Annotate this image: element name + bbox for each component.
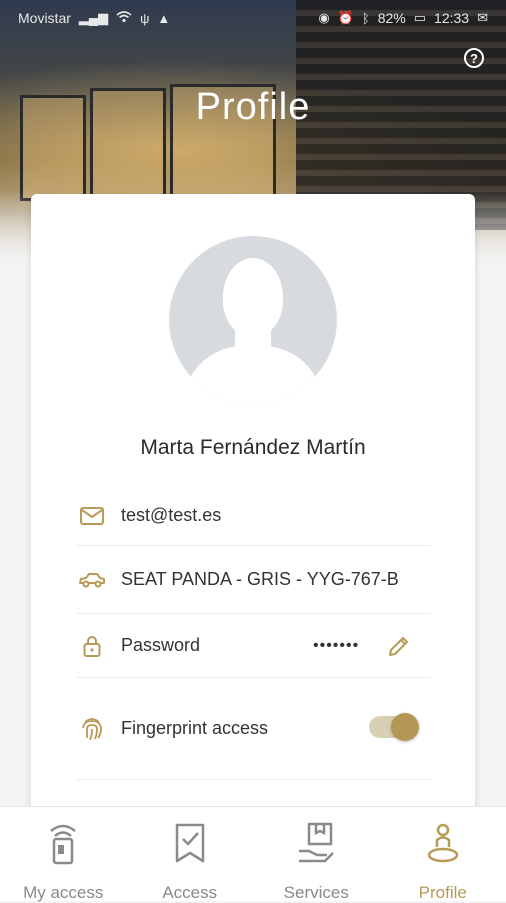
phone-access-icon bbox=[43, 821, 83, 865]
avatar[interactable] bbox=[169, 236, 337, 404]
lock-icon bbox=[77, 635, 107, 657]
fingerprint-label: Fingerprint access bbox=[121, 717, 268, 740]
nav-label: My access bbox=[23, 883, 103, 903]
fingerprint-toggle[interactable] bbox=[369, 716, 417, 738]
car-icon bbox=[77, 572, 107, 588]
nav-label: Access bbox=[162, 883, 217, 903]
battery-icon: ▭ bbox=[414, 10, 426, 26]
page-title: Profile bbox=[0, 86, 506, 129]
usb-icon: ψ bbox=[140, 11, 149, 26]
services-icon bbox=[295, 821, 337, 865]
email-value: test@test.es bbox=[121, 504, 221, 527]
email-row: test@test.es bbox=[77, 486, 431, 546]
carrier-label: Movistar bbox=[18, 10, 71, 26]
profile-card: Marta Fernández Martín test@test.es SEAT… bbox=[31, 194, 475, 834]
vehicle-value: SEAT PANDA - GRIS - YYG-767-B bbox=[121, 568, 431, 591]
notification-icon: ▲ bbox=[157, 11, 170, 26]
eye-icon: ◉ bbox=[318, 10, 329, 26]
pencil-icon bbox=[387, 634, 411, 658]
bottom-nav: My access Access Services Profile bbox=[0, 806, 506, 901]
nav-item-profile[interactable]: Profile bbox=[380, 807, 506, 901]
nav-item-my-access[interactable]: My access bbox=[0, 807, 127, 901]
clock-label: 12:33 bbox=[434, 10, 469, 26]
fingerprint-row: Fingerprint access bbox=[77, 678, 431, 780]
bluetooth-icon: ᛒ bbox=[362, 11, 370, 26]
wifi-icon bbox=[116, 10, 132, 26]
profile-icon bbox=[424, 821, 462, 865]
password-mask: ••••••• bbox=[313, 637, 359, 655]
nav-label: Profile bbox=[419, 883, 467, 903]
nav-label: Services bbox=[284, 883, 349, 903]
mail-icon: ✉ bbox=[477, 10, 488, 26]
mail-icon bbox=[77, 507, 107, 525]
nav-item-services[interactable]: Services bbox=[253, 807, 380, 901]
nav-item-access[interactable]: Access bbox=[127, 807, 254, 901]
toggle-knob bbox=[391, 713, 419, 741]
help-button[interactable]: ? bbox=[464, 48, 484, 68]
password-row: Password ••••••• bbox=[77, 614, 431, 678]
status-bar: Movistar ▂▄▆ ψ ▲ ◉ ⏰ ᛒ 82% ▭ 12:33 ✉ bbox=[0, 0, 506, 36]
alarm-icon: ⏰ bbox=[338, 10, 354, 26]
access-check-icon bbox=[172, 821, 208, 865]
battery-label: 82% bbox=[378, 10, 406, 26]
password-label: Password bbox=[121, 634, 200, 657]
edit-password-button[interactable] bbox=[387, 634, 411, 663]
signal-icon: ▂▄▆ bbox=[79, 10, 108, 26]
profile-name: Marta Fernández Martín bbox=[31, 436, 475, 460]
fingerprint-icon bbox=[77, 716, 107, 742]
vehicle-row: SEAT PANDA - GRIS - YYG-767-B bbox=[77, 546, 431, 614]
